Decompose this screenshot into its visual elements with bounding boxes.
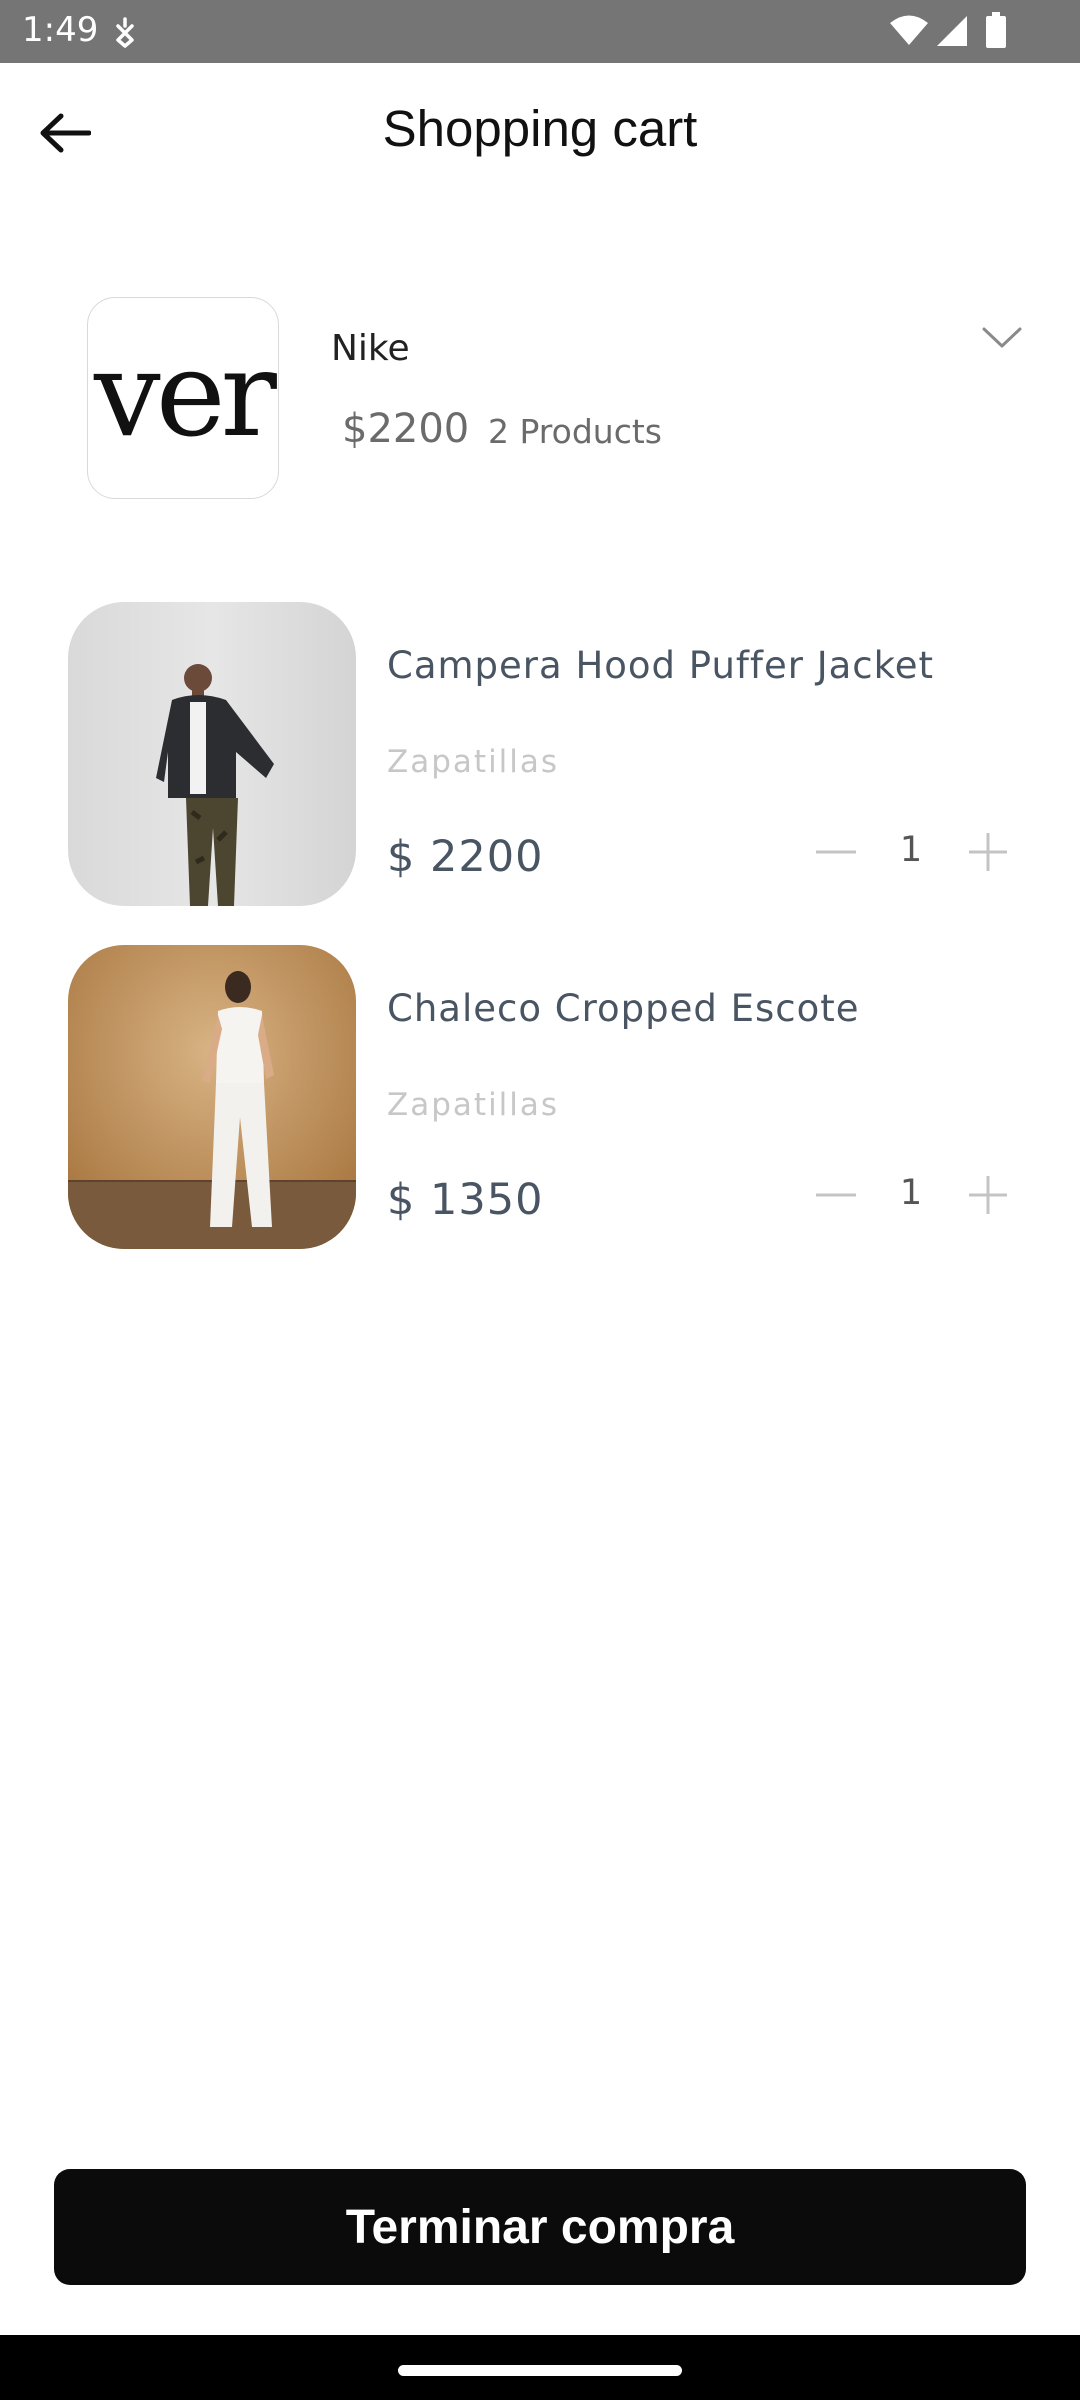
product-category: Zapatillas <box>387 1087 560 1123</box>
quantity-value: 1 <box>899 830 923 870</box>
product-name: Chaleco Cropped Escote <box>387 987 860 1030</box>
signal-icon <box>935 14 969 53</box>
minus-icon <box>816 850 856 854</box>
battery-icon <box>985 12 1007 53</box>
increase-quantity-button[interactable] <box>960 824 1016 880</box>
decrease-quantity-button[interactable] <box>808 824 864 880</box>
store-summary[interactable]: ver Nike $2200 2 Products <box>0 290 1080 510</box>
cart-item: Campera Hood Puffer Jacket Zapatillas $ … <box>0 602 1080 907</box>
status-bar: 1:49 <box>0 0 1080 63</box>
home-gesture-handle[interactable] <box>398 2365 682 2376</box>
product-image[interactable] <box>68 602 356 906</box>
wifi-icon <box>889 14 929 51</box>
increase-quantity-button[interactable] <box>960 1167 1016 1223</box>
assistant-icon <box>112 16 138 53</box>
product-price: $ 1350 <box>387 1175 544 1225</box>
navigation-bar <box>0 2335 1080 2400</box>
store-logo-text: ver <box>94 325 277 463</box>
expand-store-button[interactable] <box>974 310 1030 366</box>
cart-item: Chaleco Cropped Escote Zapatillas $ 1350… <box>0 945 1080 1250</box>
checkout-button[interactable]: Terminar compra <box>54 2169 1026 2285</box>
product-price: $ 2200 <box>387 832 544 882</box>
status-time: 1:49 <box>22 10 99 50</box>
store-product-count: 2 Products <box>488 412 662 451</box>
minus-icon <box>816 1193 856 1197</box>
app-header: Shopping cart <box>0 63 1080 193</box>
product-image[interactable] <box>68 945 356 1249</box>
store-logo: ver <box>87 297 279 499</box>
plus-icon <box>969 1176 1007 1214</box>
decrease-quantity-button[interactable] <box>808 1167 864 1223</box>
product-category: Zapatillas <box>387 744 560 780</box>
store-total: $2200 <box>342 406 470 452</box>
product-name: Campera Hood Puffer Jacket <box>387 644 934 687</box>
plus-icon <box>969 833 1007 871</box>
page-title: Shopping cart <box>382 100 698 157</box>
chevron-down-icon <box>982 327 1022 348</box>
store-name: Nike <box>331 328 410 369</box>
quantity-value: 1 <box>899 1173 923 1213</box>
